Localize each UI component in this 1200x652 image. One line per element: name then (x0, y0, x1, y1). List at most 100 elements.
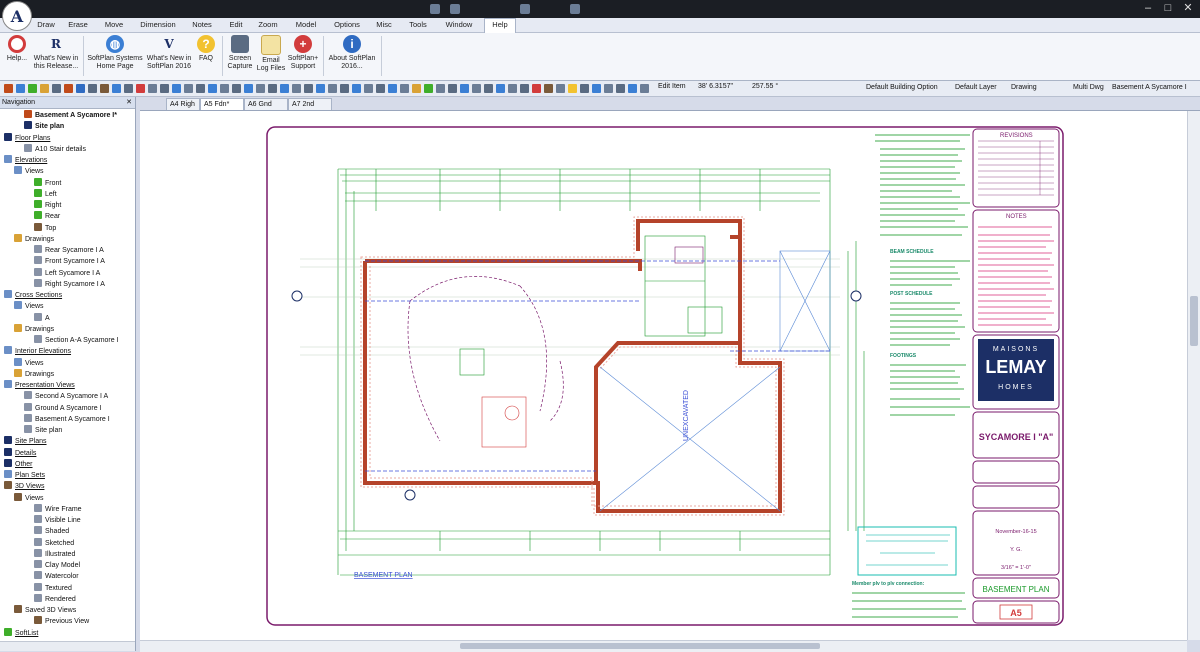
tree-item[interactable]: Front (34, 177, 61, 189)
menu-window[interactable]: Window (442, 19, 476, 31)
tree-item[interactable]: Views (14, 166, 44, 177)
tool-icon[interactable] (76, 84, 85, 93)
email-log-button[interactable]: Email Log Files (256, 35, 286, 73)
tool-icon[interactable] (424, 84, 433, 93)
quick-access-icon[interactable] (520, 4, 530, 14)
scroll-thumb[interactable] (1190, 296, 1198, 346)
tree-item[interactable]: Views (14, 492, 44, 504)
faq-button[interactable]: ? FAQ (194, 35, 218, 63)
tree-item[interactable]: Right Sycamore I A (34, 278, 105, 290)
tool-icon[interactable] (208, 84, 217, 93)
tree-item[interactable]: Section A-A Sycamore I (34, 335, 119, 346)
quick-access-icon[interactable] (570, 4, 580, 14)
tool-icon[interactable] (112, 84, 121, 93)
drawing-select-dropdown[interactable]: Basement A Sycamore I (1112, 82, 1187, 94)
tool-icon[interactable] (196, 84, 205, 93)
edit-item-label[interactable]: Edit Item (658, 83, 686, 90)
tool-icon[interactable] (124, 84, 133, 93)
tool-icon[interactable] (412, 84, 421, 93)
tool-icon[interactable] (484, 84, 493, 93)
tree-item[interactable]: SoftList (4, 627, 38, 639)
menu-tools[interactable]: Tools (406, 19, 430, 31)
tool-icon[interactable] (256, 84, 265, 93)
tool-icon[interactable] (88, 84, 97, 93)
tree-item[interactable]: Top (34, 222, 56, 234)
tool-icon[interactable] (4, 84, 13, 93)
tool-icon[interactable] (268, 84, 277, 93)
tool-icon[interactable] (592, 84, 601, 93)
tree-item[interactable]: Basement A Sycamore I* (24, 110, 117, 121)
tree-item[interactable]: Left Sycamore I A (34, 267, 100, 279)
tool-icon[interactable] (220, 84, 229, 93)
tool-icon[interactable] (388, 84, 397, 93)
softplan-home-button[interactable]: ◍ SoftPlan Systems Home Page (86, 35, 144, 71)
tree-item[interactable]: Shaded (34, 526, 69, 537)
tree-item[interactable]: Drawings (14, 233, 54, 245)
tree-item[interactable]: Sketched (34, 537, 74, 549)
tree-item[interactable]: Illustrated (34, 548, 75, 560)
whats-new-2016-button[interactable]: V What's New in SoftPlan 2016 (144, 35, 194, 71)
tool-icon[interactable] (232, 84, 241, 93)
tree-item[interactable]: Plan Sets (4, 470, 45, 481)
quick-access-icon[interactable] (430, 4, 440, 14)
tool-icon[interactable] (316, 84, 325, 93)
tree-item[interactable]: Clay Model (34, 560, 80, 571)
tool-icon[interactable] (172, 84, 181, 93)
tool-icon[interactable] (448, 84, 457, 93)
tool-icon[interactable] (436, 84, 445, 93)
tree-item[interactable]: Drawings (14, 323, 54, 335)
horizontal-scrollbar[interactable] (140, 640, 1187, 652)
menu-options[interactable]: Options (332, 19, 362, 31)
tool-icon[interactable] (328, 84, 337, 93)
tree-item[interactable]: Wire Frame (34, 503, 82, 515)
scroll-thumb[interactable] (460, 643, 820, 649)
tree-item[interactable]: Views (14, 301, 44, 312)
tree-item[interactable]: Site plan (24, 121, 64, 132)
menu-erase[interactable]: Erase (66, 19, 90, 31)
softplan-logo-icon[interactable]: A (2, 1, 32, 31)
close-icon[interactable]: ✕ (1178, 0, 1198, 18)
tool-icon[interactable] (292, 84, 301, 93)
tree-item[interactable]: Rendered (34, 593, 76, 605)
tool-icon[interactable] (568, 84, 577, 93)
tree-item[interactable]: Left (34, 188, 57, 200)
close-icon[interactable]: ✕ (126, 97, 132, 108)
tool-icon[interactable] (520, 84, 529, 93)
tree-item[interactable]: Details (4, 447, 36, 459)
minimize-icon[interactable]: – (1138, 0, 1158, 18)
tool-icon[interactable] (16, 84, 25, 93)
tab-a6-gnd[interactable]: A6 Gnd (244, 98, 288, 110)
tree-item[interactable]: Views (14, 357, 44, 369)
quick-access-icon[interactable] (450, 4, 460, 14)
tool-icon[interactable] (184, 84, 193, 93)
tab-a4-right[interactable]: A4 Righ (166, 98, 200, 110)
tool-icon[interactable] (496, 84, 505, 93)
tree-item[interactable]: Right (34, 200, 61, 211)
tool-icon[interactable] (544, 84, 553, 93)
menu-move[interactable]: Move (102, 19, 126, 31)
whats-new-release-button[interactable]: R What's New in this Release... (32, 35, 80, 71)
multi-dwg-button[interactable]: Multi Dwg (1073, 82, 1104, 94)
menu-model[interactable]: Model (292, 19, 320, 31)
tree-item[interactable]: A10 Stair details (24, 143, 86, 155)
tree-item[interactable]: A (34, 312, 50, 324)
tool-icon[interactable] (28, 84, 37, 93)
tool-icon[interactable] (604, 84, 613, 93)
tab-a5-fdn[interactable]: A5 Fdn* (200, 98, 244, 110)
tool-icon[interactable] (244, 84, 253, 93)
tree-item[interactable]: Second A Sycamore I A (24, 391, 108, 402)
tree-item[interactable]: 3D Views (4, 481, 44, 492)
tree-item[interactable]: Visible Line (34, 515, 81, 526)
tool-icon[interactable] (280, 84, 289, 93)
tree-item[interactable]: Textured (34, 582, 72, 594)
tool-icon[interactable] (304, 84, 313, 93)
tool-icon[interactable] (400, 84, 409, 93)
about-button[interactable]: i About SoftPlan 2016... (326, 35, 378, 71)
tool-icon[interactable] (376, 84, 385, 93)
tree-item[interactable]: Saved 3D Views (14, 605, 76, 616)
tool-icon[interactable] (136, 84, 145, 93)
tool-icon[interactable] (148, 84, 157, 93)
tool-icon[interactable] (580, 84, 589, 93)
mode-dropdown[interactable]: Drawing (1011, 82, 1037, 94)
tool-icon[interactable] (532, 84, 541, 93)
